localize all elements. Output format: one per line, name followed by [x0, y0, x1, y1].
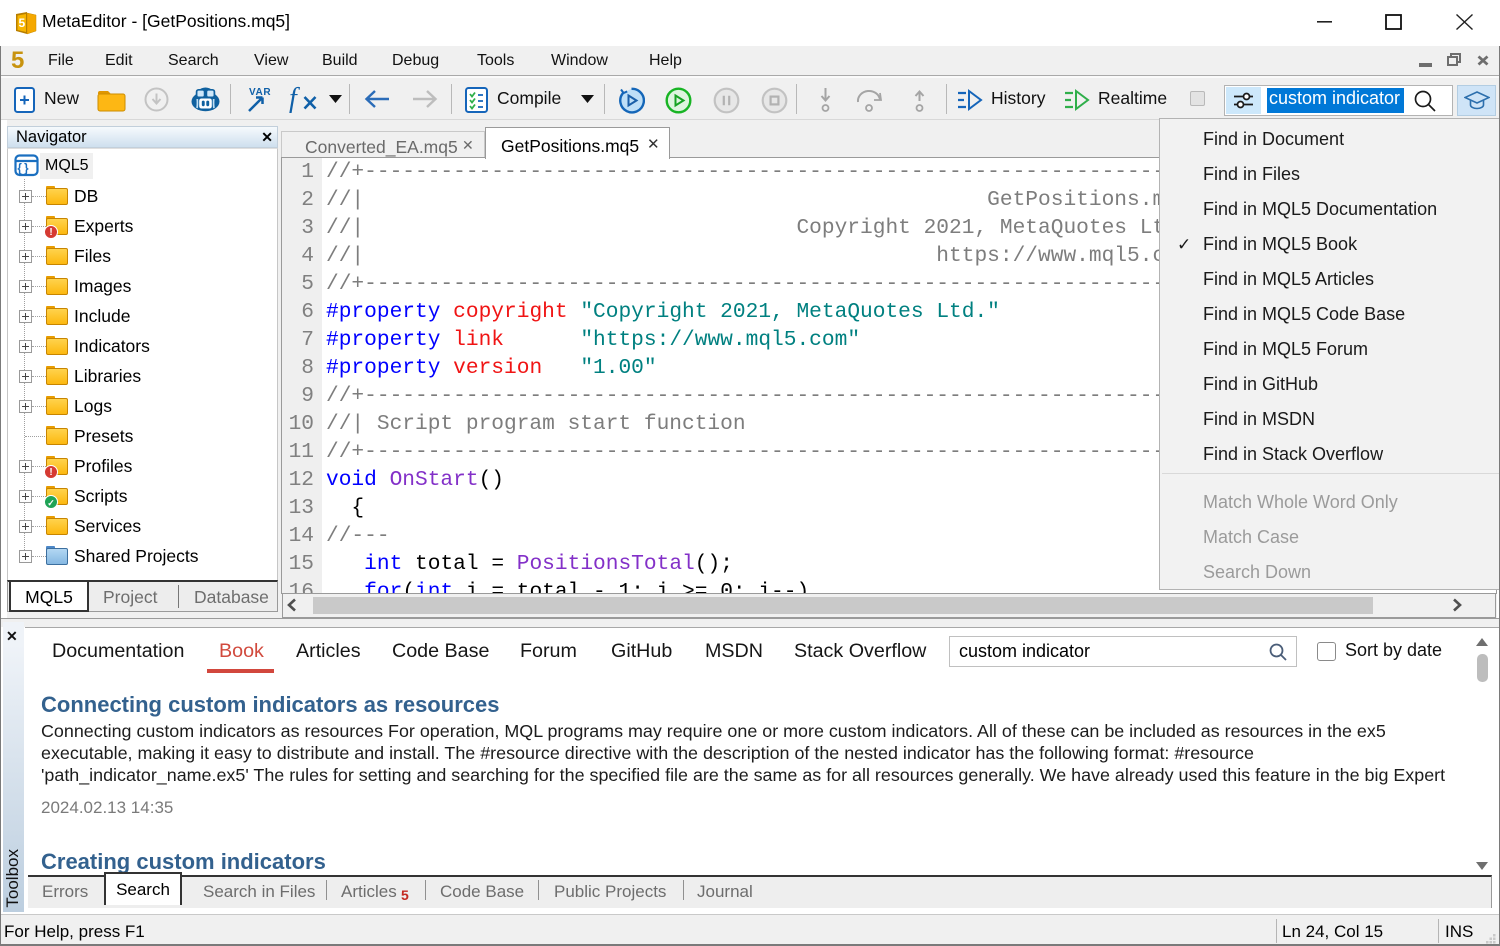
svg-text:f: f [289, 84, 300, 114]
svg-text:5: 5 [19, 16, 26, 30]
svg-text:{ }: { } [17, 163, 29, 175]
